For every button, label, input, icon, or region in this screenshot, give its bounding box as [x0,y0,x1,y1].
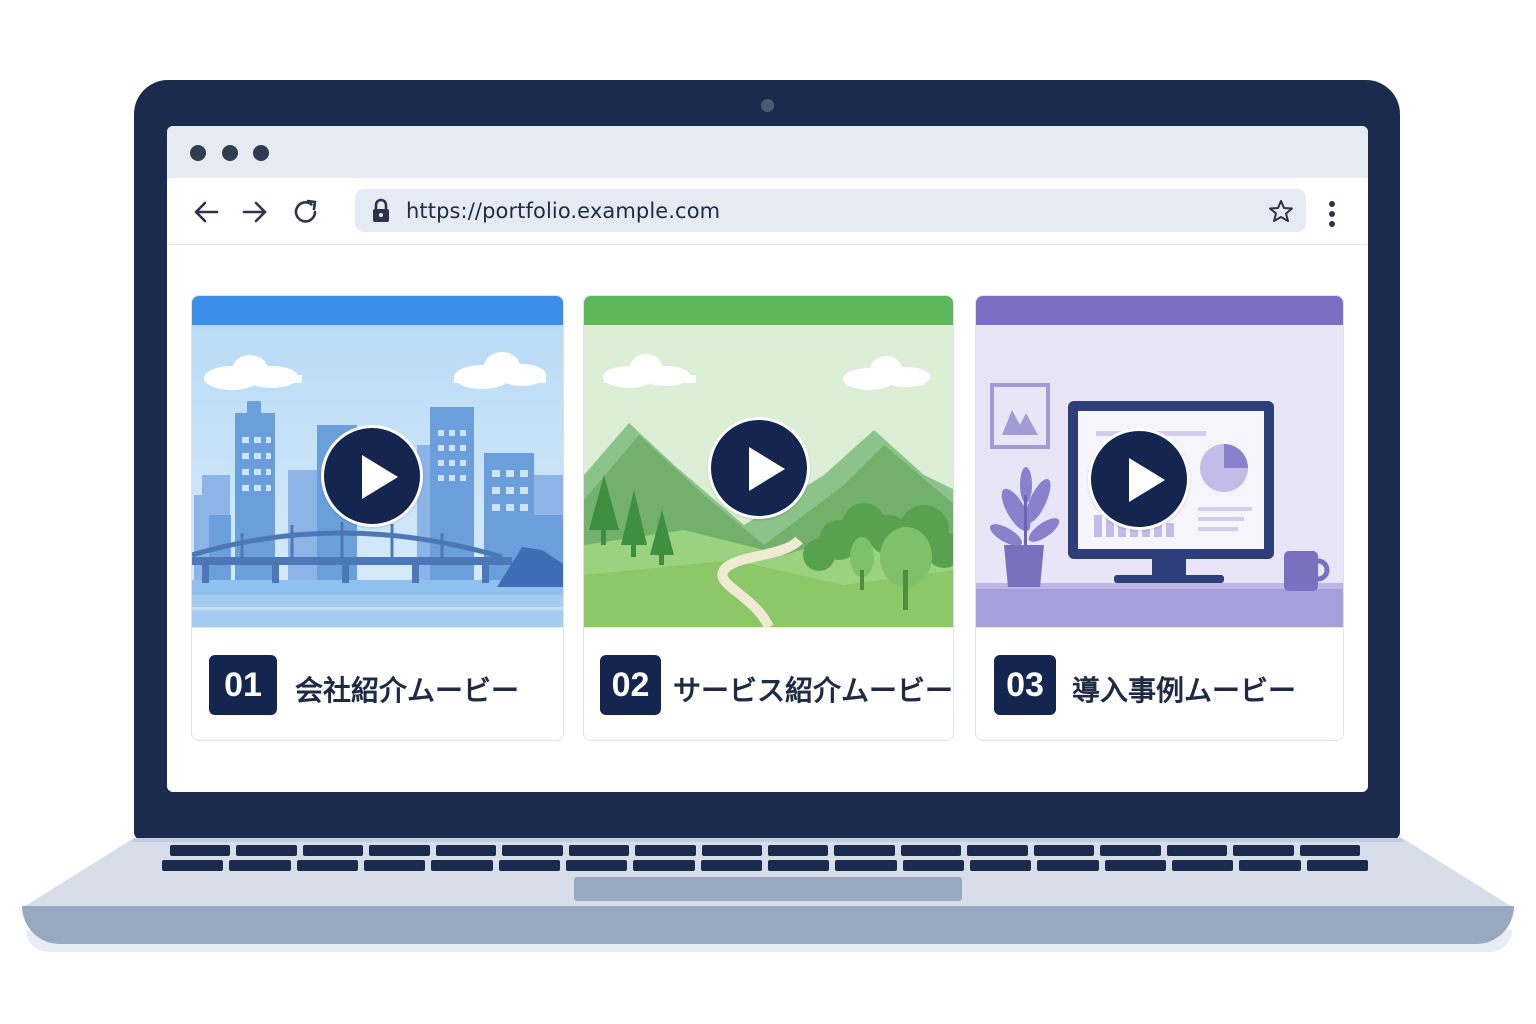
forward-arrow-icon[interactable] [241,198,269,226]
keyboard-key [768,860,830,871]
keyboard-key [1306,860,1368,871]
browser-window: https://portfolio.example.com 01 会社紹介ムービ… [167,126,1368,792]
keyboard-key [236,845,297,856]
keyboard-key [834,845,895,856]
keyboard-key [1299,845,1360,856]
keyboard-key [967,845,1028,856]
browser-toolbar: https://portfolio.example.com [167,178,1368,245]
keyboard-key [700,860,762,871]
keyboard-key [835,860,897,871]
video-card-3[interactable]: 03 導入事例ムービー [975,295,1344,741]
card-number-badge: 02 [600,655,661,715]
card-accent-bar [976,296,1343,325]
star-icon[interactable] [1268,199,1294,223]
keyboard-key [498,860,560,871]
back-arrow-icon[interactable] [192,198,220,226]
browser-titlebar [167,126,1368,178]
address-bar[interactable]: https://portfolio.example.com [355,189,1306,232]
card-accent-bar [584,296,953,325]
keyboard-key [1239,860,1301,871]
trackpad [574,877,962,901]
video-card-2[interactable]: 02 サービス紹介ムービー [583,295,954,741]
keyboard-key [701,845,762,856]
card-label: 01 会社紹介ムービー [192,627,563,740]
video-card-1[interactable]: 01 会社紹介ムービー [191,295,564,741]
keyboard-key [633,860,695,871]
keyboard-key [1233,845,1294,856]
keyboard-key [170,845,231,856]
keyboard-key [369,845,430,856]
card-label: 03 導入事例ムービー [976,627,1343,740]
keyboard-key [502,845,563,856]
keyboard-key [1033,845,1095,856]
window-maximize-dot[interactable] [253,145,269,161]
card-title[interactable]: 導入事例ムービー [1072,669,1296,709]
keyboard-key [902,860,964,871]
keyboard-key [900,845,962,856]
keyboard-key [1172,860,1234,871]
keyboard-key [635,845,696,856]
card-number-badge: 01 [209,655,277,715]
keyboard-key [768,845,829,856]
keyboard-key [1104,860,1166,871]
keyboard-key [229,860,291,871]
card-label: 02 サービス紹介ムービー [584,627,953,740]
keyboard-key [431,860,493,871]
lock-icon [373,198,389,222]
keyboard-key [435,845,497,856]
reload-icon[interactable] [292,198,320,226]
play-button[interactable] [1088,428,1190,530]
keyboard-key [364,860,426,871]
keyboard-key [970,860,1032,871]
card-title[interactable]: 会社紹介ムービー [295,669,519,709]
laptop-base-front [22,906,1514,944]
vertical-dots-icon[interactable] [1325,200,1339,230]
keyboard-key [1037,860,1099,871]
play-button[interactable] [708,417,810,519]
window-minimize-dot[interactable] [222,145,238,161]
keyboard-key [302,845,364,856]
keyboard-key [162,860,224,871]
play-button[interactable] [321,425,423,527]
keyboard-key [1166,845,1228,856]
window-close-dot[interactable] [190,145,206,161]
url-text[interactable]: https://portfolio.example.com [406,199,720,223]
keyboard-key [568,845,630,856]
keyboard-key [1100,845,1161,856]
card-number-badge: 03 [994,655,1056,715]
keyboard-key [566,860,628,871]
card-accent-bar [192,296,563,325]
card-title[interactable]: サービス紹介ムービー [673,669,953,709]
keyboard-key [296,860,358,871]
